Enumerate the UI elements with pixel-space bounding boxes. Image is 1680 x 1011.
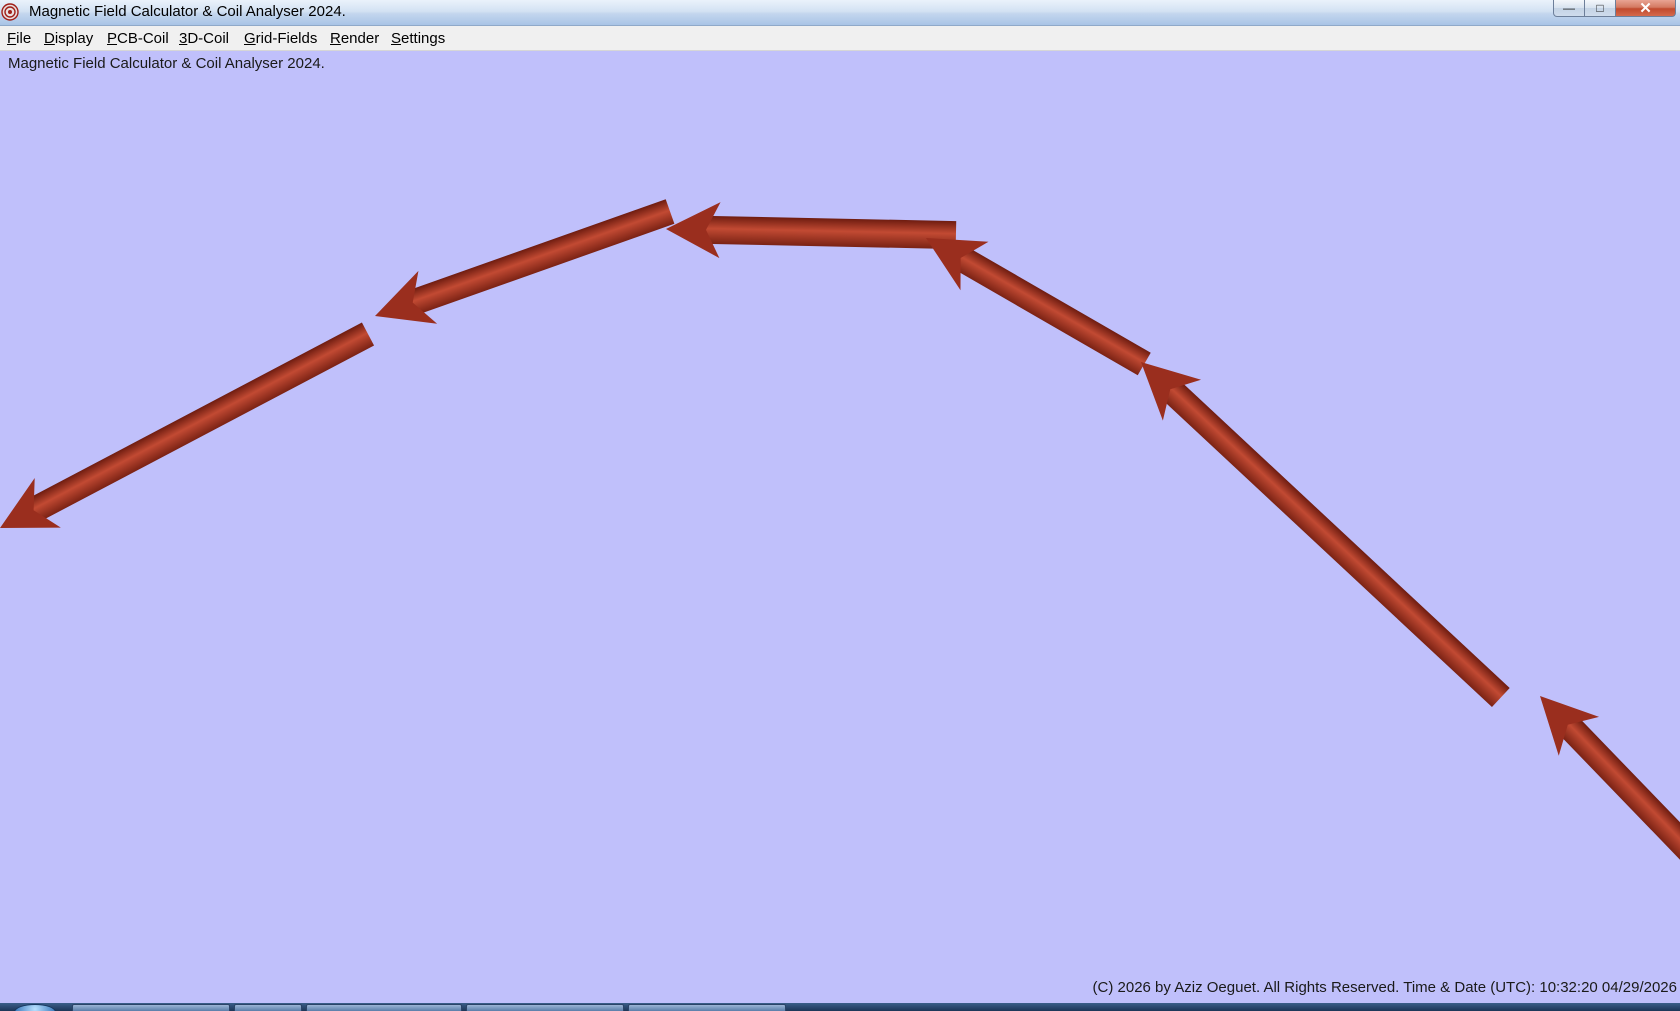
taskbar-button[interactable]: [72, 1004, 230, 1011]
close-button[interactable]: ✕: [1615, 0, 1676, 17]
title-bar[interactable]: Magnetic Field Calculator & Coil Analyse…: [0, 0, 1680, 26]
menu-grid-fields[interactable]: Grid-Fields: [244, 30, 317, 47]
minimize-button[interactable]: —: [1553, 0, 1585, 17]
menu-3d-coil[interactable]: 3D-Coil: [179, 30, 229, 47]
taskbar-button[interactable]: [628, 1004, 786, 1011]
window-title: Magnetic Field Calculator & Coil Analyse…: [29, 3, 346, 20]
windows-start-orb[interactable]: [14, 1004, 56, 1011]
field-arrow: [666, 202, 957, 259]
menu-pcb-coil[interactable]: PCB-Coil: [107, 30, 169, 47]
close-icon: ✕: [1639, 0, 1652, 17]
coil-app-icon[interactable]: [1, 3, 19, 21]
field-arrows-scene: [0, 199, 1680, 914]
menu-render[interactable]: Render: [330, 30, 379, 47]
maximize-button[interactable]: □: [1584, 0, 1616, 17]
field-arrow: [0, 322, 375, 528]
taskbar-button[interactable]: [466, 1004, 624, 1011]
minimize-icon: —: [1563, 1, 1575, 15]
menu-bar: File Display PCB-Coil 3D-Coil Grid-Field…: [0, 26, 1680, 51]
maximize-icon: □: [1596, 1, 1604, 15]
taskbar-button[interactable]: [234, 1004, 302, 1011]
copyright-status: (C) 2026 by Aziz Oeguet. All Rights Rese…: [1092, 979, 1677, 996]
application-window: Magnetic Field Calculator & Coil Analyse…: [0, 0, 1680, 1011]
windows-taskbar: [0, 1003, 1680, 1011]
field-arrow: [1540, 696, 1680, 914]
menu-settings[interactable]: Settings: [391, 30, 445, 47]
render-viewport[interactable]: Magnetic Field Calculator & Coil Analyse…: [0, 51, 1680, 1003]
menu-file[interactable]: File: [7, 30, 31, 47]
field-arrow: [926, 238, 1151, 376]
field-arrow: [375, 199, 675, 324]
field-arrow: [1141, 362, 1510, 708]
taskbar-button[interactable]: [306, 1004, 462, 1011]
menu-display[interactable]: Display: [44, 30, 93, 47]
